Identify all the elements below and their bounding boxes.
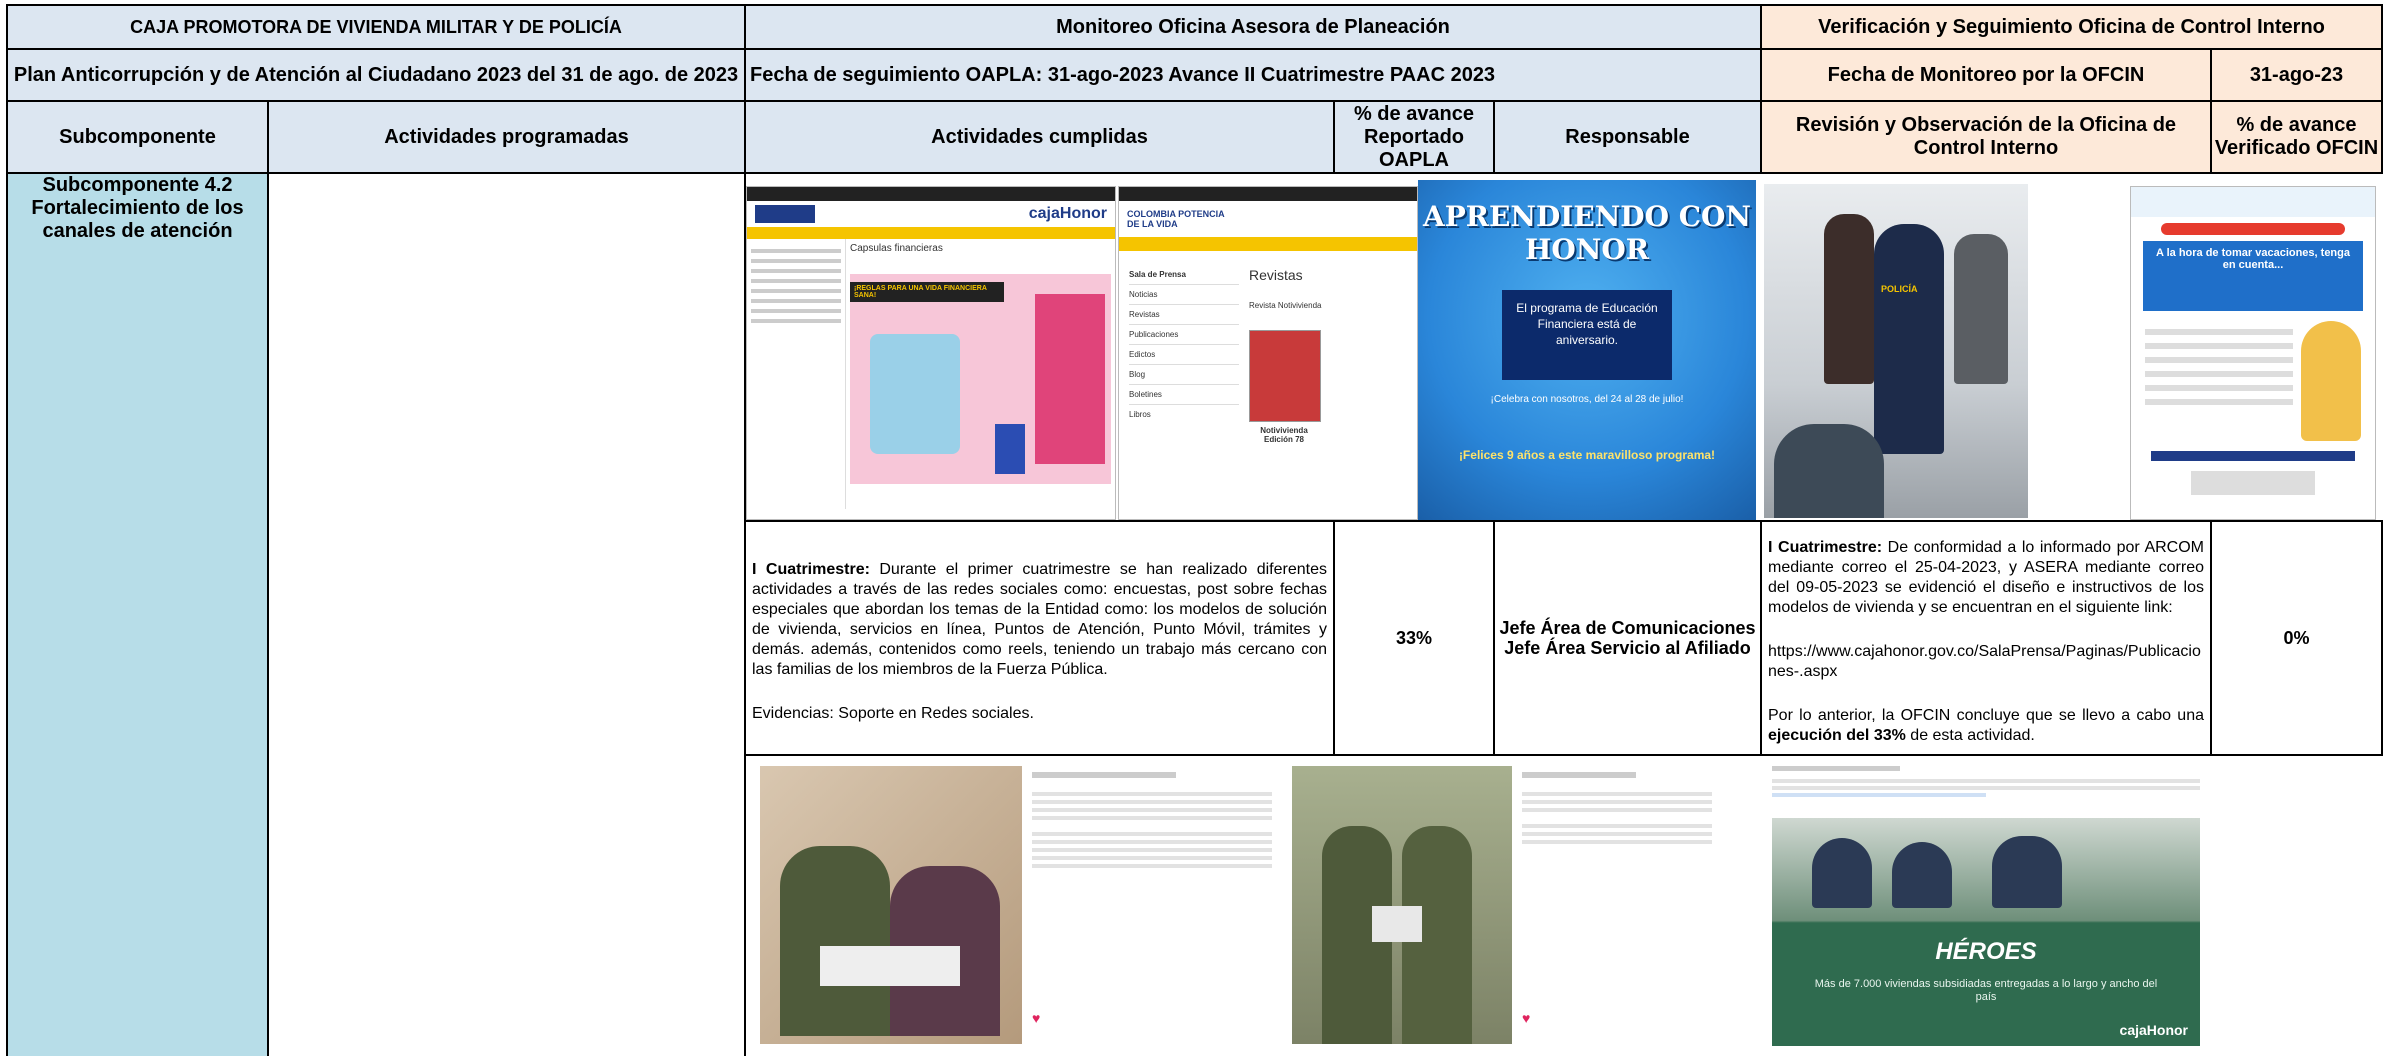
site1-banner: ¡REGLAS PARA UNA VIDA FINANCIERA SANA! [850,282,1004,302]
site1-logo: cajaHonor [1028,205,1107,222]
monitoring-title-text: Monitoreo Oficina Asesora de Planeación [1056,15,1450,38]
poster-box: El programa de Educación Financiera está… [1502,290,1672,380]
heart-icon[interactable]: ♥ [1032,1010,1040,1026]
org-title: CAJA PROMOTORA DE VIVIENDA MILITAR Y DE … [6,4,746,50]
site2-menu-item[interactable]: Publicaciones [1129,325,1239,345]
site1-heading: Capsulas financieras [850,243,943,254]
site2-menu-item[interactable]: Sala de Prensa [1129,265,1239,285]
site2-menu-item[interactable]: Noticias [1129,285,1239,305]
completed-label: I Cuatrimestre: [752,561,870,578]
review-text: I Cuatrimestre: De conformidad a lo info… [1764,536,2208,620]
subcomponent-cell: Subcomponente 4.2 Fortalecimiento de los… [6,174,269,1056]
col-subcomponent-text: Subcomponente [59,125,216,148]
site2-sub: Revista Notivivienda [1249,301,1322,310]
col-responsible-text: Responsable [1565,125,1690,148]
completed-text: I Cuatrimestre: Durante el primer cuatri… [748,558,1331,682]
col-completed-text: Actividades cumplidas [931,125,1148,148]
col-subcomponent: Subcomponente [6,102,269,174]
progress-oapla-cell: 33% [1335,522,1495,756]
review-label: I Cuatrimestre: [1768,539,1883,556]
col-responsible: Responsable [1495,102,1762,174]
completed-body: Durante el primer cuatrimestre se han re… [752,561,1327,678]
website-capsulas-screenshot: cajaHonor Capsulas financieras ¡REGLAS P… [746,186,1116,520]
col-progress-ofcin-text: % de avance Verificado OFCIN [2214,114,2379,159]
responsible-1: Jefe Área de Comunicaciones [1499,618,1756,638]
poster-line2: ¡Felices 9 años a este maravilloso progr… [1458,448,1716,462]
col-progress-oapla: % de avance Reportado OAPLA [1335,102,1495,174]
followup-date: Fecha de seguimiento OAPLA: 31-ago-2023 … [746,50,1762,102]
site2-menu-item[interactable]: Blog [1129,365,1239,385]
plan-title: Plan Anticorrupción y de Atención al Ciu… [6,50,746,102]
progress-ofcin-value: 0% [2283,627,2310,648]
col-progress-ofcin: % de avance Verificado OFCIN [2212,102,2383,174]
programmed-cell [269,174,746,1056]
review-link[interactable]: https://www.cajahonor.gov.co/SalaPrensa/… [1764,640,2208,684]
org-title-text: CAJA PROMOTORA DE VIVIENDA MILITAR Y DE … [130,16,622,37]
ofcin-date-label-text: Fecha de Monitoreo por la OFCIN [1827,63,2145,86]
vacation-tips-ad: A la hora de tomar vacaciones, tenga en … [2130,186,2376,520]
site2-menu-item[interactable]: Libros [1129,405,1239,424]
review-conclusion: Por lo anterior, la OFCIN concluye que s… [1764,704,2208,748]
site2-heading: Revistas [1249,267,1303,283]
progress-oapla-value: 33% [1395,627,1433,648]
instagram-post-1: ♥ [760,764,1282,1046]
aprendiendo-poster: APRENDIENDO CON HONOR El programa de Edu… [1418,180,1756,520]
poster-title: APRENDIENDO CON HONOR [1423,200,1751,266]
heart-icon[interactable]: ♥ [1522,1010,1530,1026]
responsible-2: Jefe Área Servicio al Afiliado [1504,638,1751,658]
site2-menu: Sala de Prensa Noticias Revistas Publica… [1119,251,1243,519]
subcomponent-text: Subcomponente 4.2 Fortalecimiento de los… [31,174,244,242]
review-conclusion-post: de esta actividad. [1905,727,2035,744]
responsible-cell: Jefe Área de Comunicaciones Jefe Área Se… [1495,522,1762,756]
instagram-post-heroes: HÉROES Más de 7.000 viviendas subsidiada… [1766,760,2206,1050]
col-programmed-text: Actividades programadas [384,125,629,148]
review-conclusion-pre: Por lo anterior, la OFCIN concluye que s… [1768,707,2204,724]
site2-caption: Notivivienda Edición 78 [1260,426,1308,444]
website-revistas-screenshot: COLOMBIA POTENCIA DE LA VIDA Sala de Pre… [1118,186,1418,520]
progress-ofcin-cell: 0% [2212,522,2383,756]
police-attention-photo: POLICÍA [1764,184,2028,518]
verification-title-text: Verificación y Seguimiento Oficina de Co… [1818,15,2325,38]
evidence-text: Evidencias: Soporte en Redes sociales. [752,705,1034,722]
police-label: POLICÍA [1881,284,1918,294]
col-ofcin-review: Revisión y Observación de la Oficina de … [1762,102,2212,174]
instagram-post-2: ♥ [1292,764,1722,1046]
completed-activities-cell: I Cuatrimestre: Durante el primer cuatri… [746,522,1335,756]
verification-title: Verificación y Seguimiento Oficina de Co… [1762,4,2383,50]
vac-heading: A la hora de tomar vacaciones, tenga en … [2143,241,2363,311]
ofcin-date-value-text: 31-ago-23 [2249,63,2344,86]
col-programmed: Actividades programadas [269,102,746,174]
plan-title-text: Plan Anticorrupción y de Atención al Ciu… [13,63,739,86]
site2-menu-item[interactable]: Boletines [1129,385,1239,405]
site2-menu-item[interactable]: Revistas [1129,305,1239,325]
ofcin-date-value: 31-ago-23 [2212,50,2383,102]
heroes-sub: Más de 7.000 viviendas subsidiadas entre… [1814,978,2158,1003]
site2-logo: COLOMBIA POTENCIA DE LA VIDA [1127,209,1225,229]
col-progress-oapla-text: % de avance Reportado OAPLA [1353,102,1475,171]
followup-date-text: Fecha de seguimiento OAPLA: 31-ago-2023 … [750,63,1496,86]
review-conclusion-bold: ejecución del 33% [1768,727,1906,744]
heroes-title: HÉROES [1935,938,2037,965]
col-completed: Actividades cumplidas [746,102,1335,174]
col-ofcin-review-text: Revisión y Observación de la Oficina de … [1795,114,2177,159]
ofcin-review-cell: I Cuatrimestre: De conformidad a lo info… [1762,522,2212,756]
poster-line1: ¡Celebra con nosotros, del 24 al 28 de j… [1490,394,1684,405]
ofcin-date-label: Fecha de Monitoreo por la OFCIN [1762,50,2212,102]
site2-menu-item[interactable]: Edictos [1129,345,1239,365]
monitoring-title: Monitoreo Oficina Asesora de Planeación [746,4,1762,50]
heroes-brand: cajaHonor [2119,1022,2188,1038]
